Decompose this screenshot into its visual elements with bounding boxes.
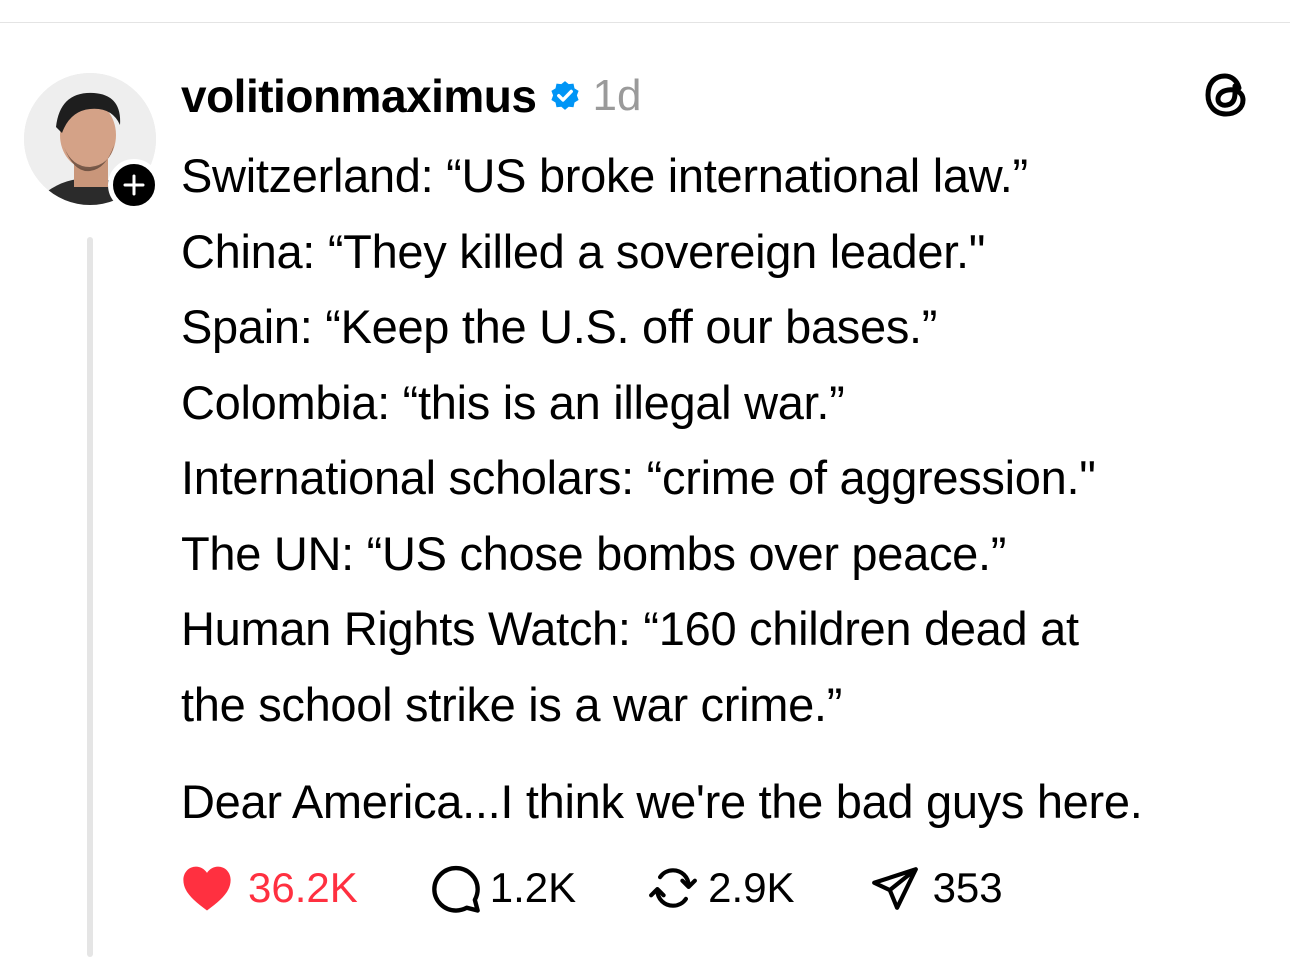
post-line: the school strike is a war crime.” <box>181 677 843 731</box>
post-closing-line: Dear America...I think we're the bad guy… <box>181 775 1143 828</box>
like-button[interactable]: 36.2K <box>180 863 358 913</box>
post-line: Switzerland: “US broke international law… <box>181 149 1028 202</box>
post-line: International scholars: “crime of aggres… <box>181 451 1096 504</box>
post-line: China: “They killed a sovereign leader." <box>181 224 986 278</box>
top-divider <box>0 22 1290 23</box>
verified-badge-icon <box>548 79 582 113</box>
share-button[interactable]: 353 <box>869 863 1003 913</box>
post-header: volitionmaximus 1d <box>181 68 641 124</box>
comment-icon <box>431 865 480 913</box>
reply-button[interactable]: 1.2K <box>430 862 576 914</box>
post-line: Spain: “Keep the U.S. off our bases.” <box>181 300 938 353</box>
action-bar: 36.2K 1.2K 2.9K 353 <box>180 858 1003 918</box>
reply-count: 1.2K <box>489 864 577 911</box>
thread-line <box>87 237 93 957</box>
post-line: Human Rights Watch: “160 children dead a… <box>181 602 1079 655</box>
post-line: The UN: “US chose bombs over peace.” <box>181 526 1007 580</box>
post-body: Switzerland: “US broke international law… <box>181 138 1271 840</box>
repost-icon <box>649 868 698 908</box>
heart-icon <box>183 866 231 911</box>
post-time: 1d <box>592 71 642 120</box>
like-count: 36.2K <box>248 864 358 911</box>
repost-count: 2.9K <box>708 864 795 911</box>
share-count: 353 <box>932 864 1003 911</box>
avatar-container[interactable] <box>24 73 160 211</box>
follow-button[interactable] <box>108 159 160 211</box>
threads-logo-icon[interactable] <box>1202 70 1252 120</box>
username[interactable]: volitionmaximus <box>181 69 537 123</box>
post-line: Colombia: “this is an illegal war.” <box>181 375 845 429</box>
share-icon <box>871 867 918 910</box>
repost-button[interactable]: 2.9K <box>646 863 795 913</box>
follow-plus-icon <box>123 174 145 196</box>
